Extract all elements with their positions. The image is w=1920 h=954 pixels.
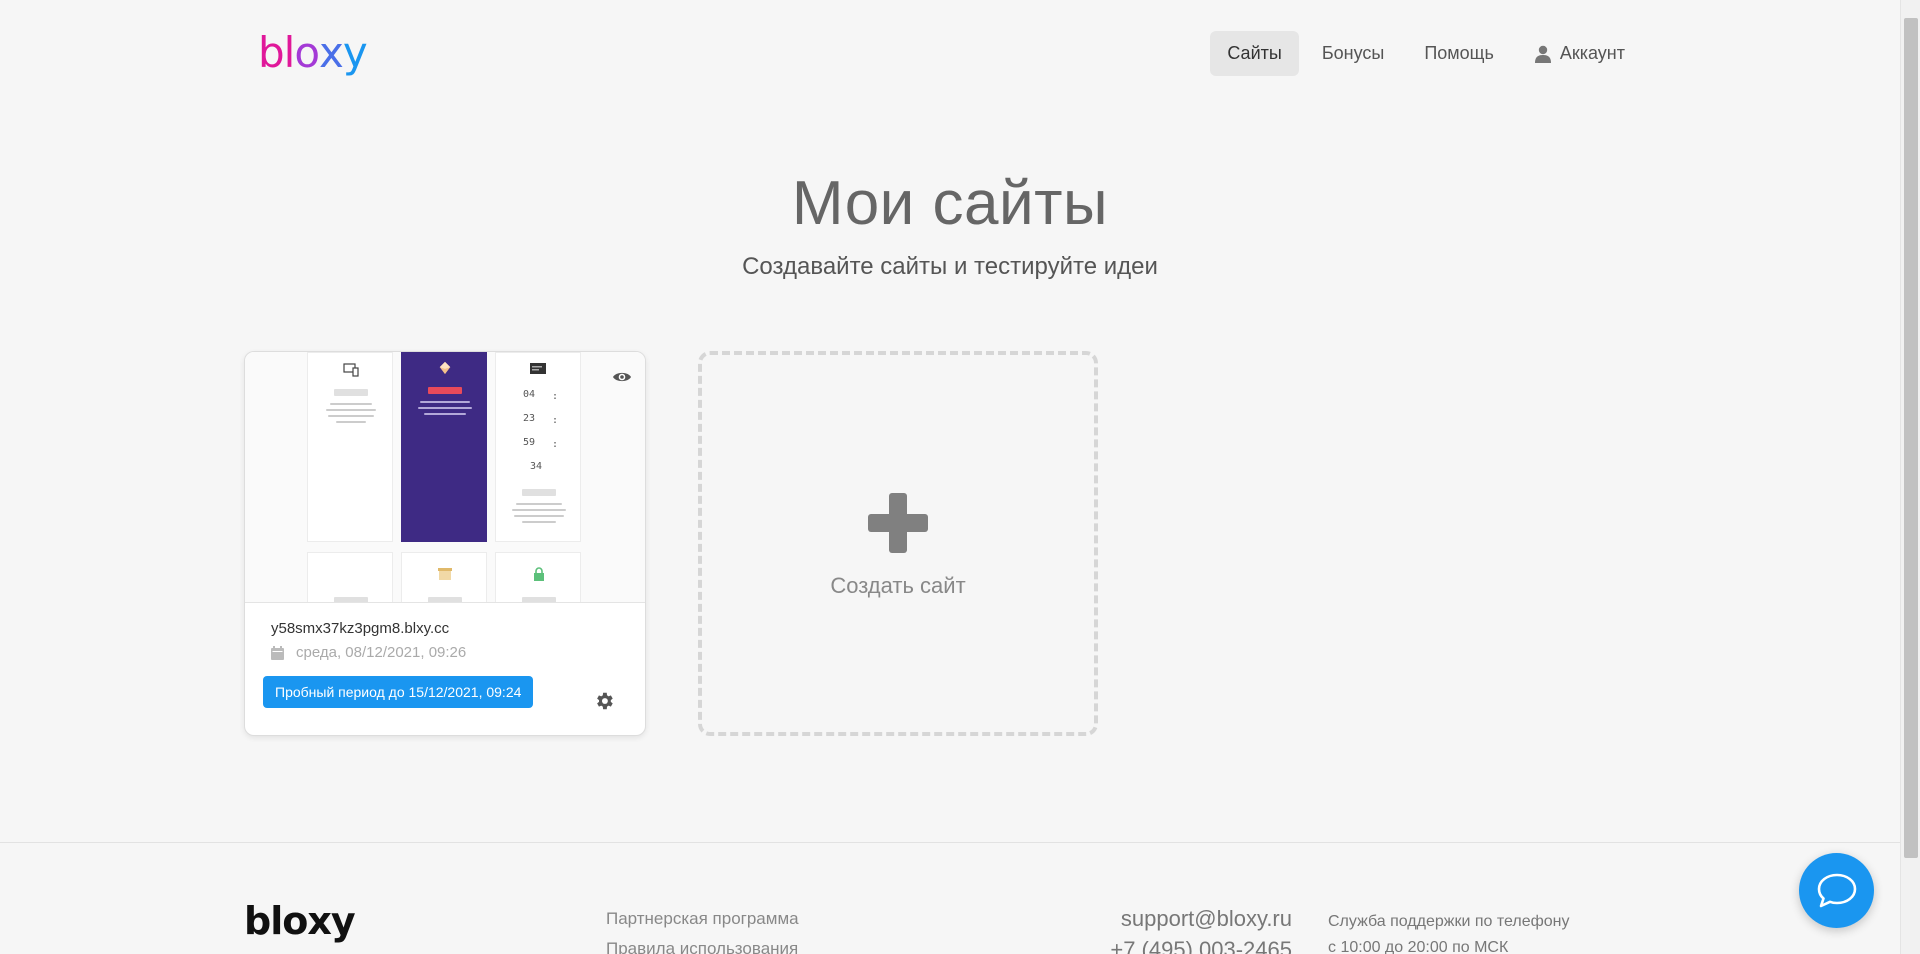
trial-period-label: Пробный период до 15/12/2021, 09:24 [275,684,522,700]
preview-countdown-seconds: 34 [530,461,543,472]
logo-letter: x [319,28,344,77]
preview-block: 04 : 23 : 59 : 34 [495,352,581,542]
logo-letter: o [294,28,320,77]
lock-icon [534,567,544,581]
logo-letter: y [342,28,368,77]
calendar-icon [271,645,284,660]
nav-sites-label: Сайты [1227,43,1282,63]
logo-letter: l [283,28,296,77]
preview-block [307,352,393,542]
footer: bloxy Партнерская программа Правила испо… [0,842,1900,954]
page-scrollbar[interactable] [1900,0,1920,954]
preview-block [401,552,487,602]
devices-icon [343,363,359,377]
logo-letter: b [258,28,285,77]
chat-button[interactable] [1799,853,1874,928]
eye-icon[interactable] [612,370,632,384]
preview-block [307,552,393,602]
site-preview-thumbnail[interactable]: 04 : 23 : 59 : 34 [245,352,645,603]
gear-icon[interactable] [593,690,615,712]
bloxy-logo[interactable]: bloxy [258,28,368,77]
page-subtitle: Создавайте сайты и тестируйте идеи [742,253,1158,280]
preview-countdown-minutes: 59 [523,437,536,448]
preview-countdown-days: 04 [523,389,536,400]
plus-icon [868,493,928,553]
nav-account[interactable]: Аккаунт [1517,31,1642,76]
footer-link-partner[interactable]: Партнерская программа [606,909,799,929]
box-icon [438,568,452,580]
site-date: среда, 08/12/2021, 09:26 [271,644,466,661]
nav-help-label: Помощь [1424,43,1494,63]
site-card[interactable]: 04 : 23 : 59 : 34 y58smx37kz3pgm8.blxy.c… [244,351,646,736]
user-icon [1534,45,1551,63]
main-nav: Сайты Бонусы Помощь Аккаунт [1210,31,1642,76]
site-domain[interactable]: y58smx37kz3pgm8.blxy.cc [271,620,449,637]
create-site-button[interactable]: Создать сайт [698,351,1098,736]
footer-email[interactable]: support@bloxy.ru [1121,906,1292,932]
nav-bonuses-label: Бонусы [1321,43,1385,63]
monitor-icon [530,363,546,374]
footer-link-rules[interactable]: Правила использования [606,939,798,954]
page-title: Мои сайты [791,169,1109,238]
footer-logo[interactable]: bloxy [244,899,356,943]
footer-phone[interactable]: +7 (495) 003-2465 [1110,937,1292,954]
footer-support-label: Служба поддержки по телефону [1328,913,1570,930]
preview-block [401,352,487,542]
preview-countdown-hours: 23 [523,413,536,424]
nav-account-label: Аккаунт [1559,43,1625,63]
chat-bubble-icon [1817,873,1856,907]
scrollbar-thumb[interactable] [1904,18,1918,858]
gem-icon [439,361,451,375]
nav-help[interactable]: Помощь [1407,31,1511,76]
create-site-label: Создать сайт [830,573,966,598]
footer-support-hours: с 10:00 до 20:00 по МСК [1328,939,1509,954]
nav-sites[interactable]: Сайты [1210,31,1299,76]
trial-period-badge[interactable]: Пробный период до 15/12/2021, 09:24 [263,676,534,708]
site-date-text: среда, 08/12/2021, 09:26 [296,644,467,661]
preview-block [495,552,581,602]
nav-bonuses[interactable]: Бонусы [1305,31,1402,76]
